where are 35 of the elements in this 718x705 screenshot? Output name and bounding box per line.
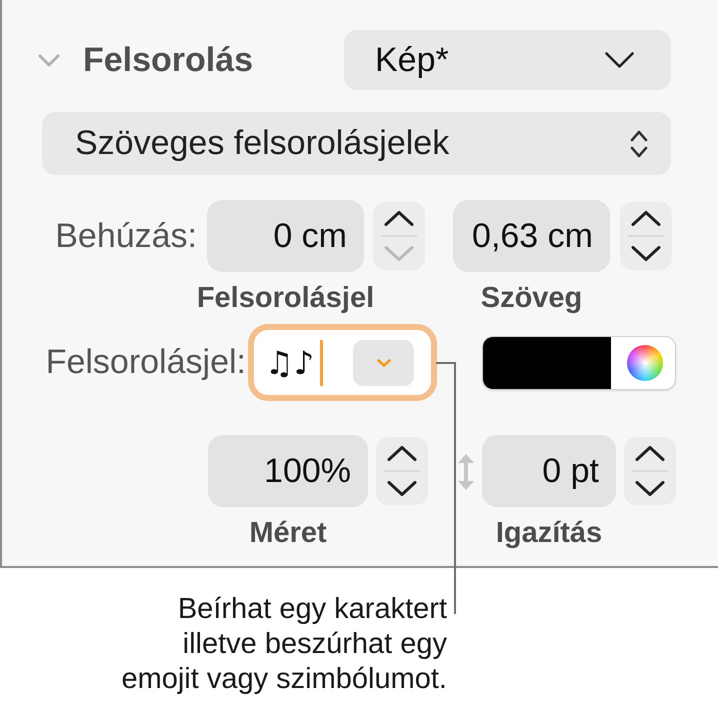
up-down-chevron-icon	[630, 130, 648, 158]
stepper[interactable]	[620, 202, 672, 270]
field-caption: Méret	[249, 516, 327, 550]
chevron-up-icon	[384, 211, 414, 226]
bullet-label: Felsorolásjel:	[46, 343, 246, 382]
bullet-field[interactable]: ♫♪	[248, 324, 437, 401]
number-field[interactable]: 0 pt	[482, 435, 616, 507]
chevron-up-icon	[635, 446, 665, 461]
color-wheel-icon[interactable]	[627, 344, 663, 380]
stepper[interactable]	[624, 437, 676, 505]
number-field[interactable]: 100%	[208, 435, 368, 507]
field-caption: Igazítás	[496, 516, 602, 550]
color-well[interactable]	[482, 336, 676, 390]
number-field[interactable]: 0 cm	[207, 200, 364, 272]
field-caption: Felsorolásjel	[196, 281, 374, 315]
section-title: Felsorolás	[83, 40, 254, 80]
chevron-down-icon	[631, 246, 661, 261]
chevron-down-icon	[635, 481, 665, 496]
stepper[interactable]	[373, 202, 425, 270]
callout-text: Beírhat egy karaktert illetve beszúrhat egy emojit vagy szimbólumot.	[121, 592, 447, 697]
stepper[interactable]	[376, 437, 428, 505]
chevron-down-icon	[387, 481, 417, 496]
chevron-down-icon	[384, 246, 414, 261]
chevron-down-icon	[376, 358, 390, 366]
bullet-value: ♫♪	[265, 344, 314, 382]
text-cursor-icon	[320, 340, 324, 386]
chevron-up-icon	[631, 211, 661, 226]
number-field[interactable]: 0,63 cm	[453, 200, 610, 272]
vertical-double-arrow-icon	[458, 454, 474, 490]
chevron-up-icon	[387, 446, 417, 461]
chevron-down-icon	[605, 52, 634, 68]
bullet-type-popup[interactable]: Szöveges felsorolásjelek	[42, 112, 671, 175]
indent-label: Behúzás:	[55, 216, 197, 256]
style-dropdown[interactable]: Kép*	[344, 30, 671, 90]
field-caption: Szöveg	[480, 281, 582, 315]
